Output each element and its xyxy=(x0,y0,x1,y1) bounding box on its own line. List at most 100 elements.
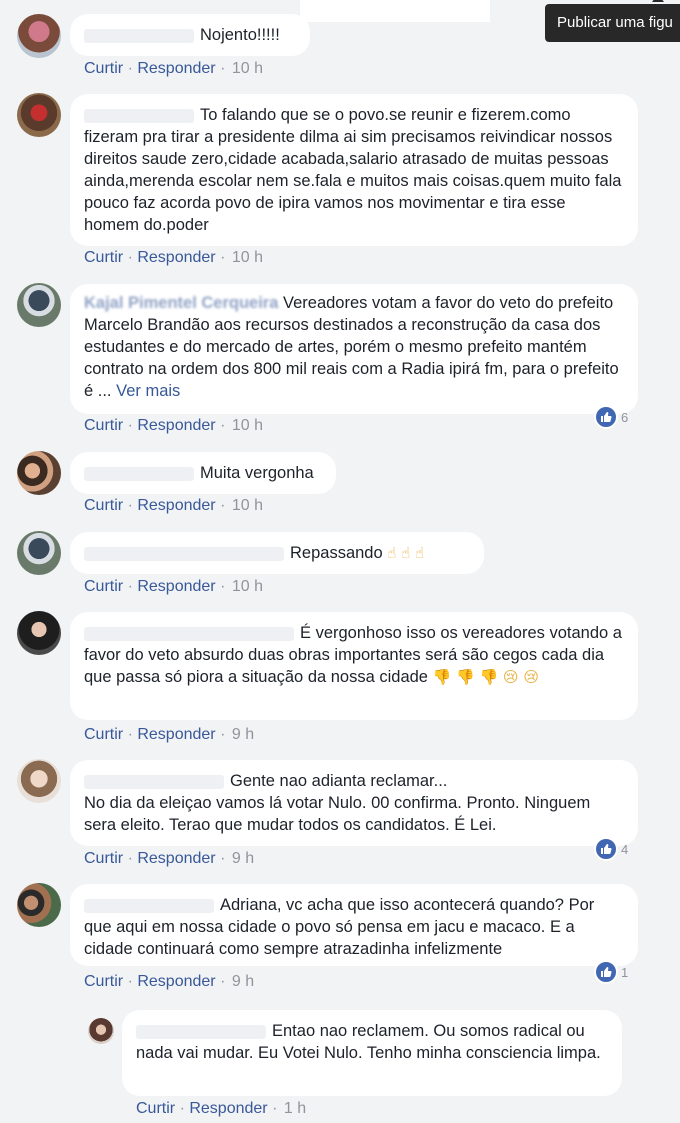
comment-bubble: Kajal Pimentel Cerqueira Vereadores vota… xyxy=(70,284,638,414)
reply-link[interactable]: Responder xyxy=(137,973,215,990)
reply-link[interactable]: Responder xyxy=(189,1100,267,1117)
timestamp[interactable]: 10 h xyxy=(232,60,263,77)
separator: · xyxy=(220,578,226,595)
see-more-link[interactable]: Ver mais xyxy=(116,382,180,400)
separator: · xyxy=(179,1100,185,1117)
reaction-count[interactable]: 4 xyxy=(594,837,629,861)
author-name-redacted[interactable] xyxy=(84,626,294,641)
like-link[interactable]: Curtir xyxy=(84,726,123,743)
reply-link[interactable]: Responder xyxy=(137,578,215,595)
reaction-number: 4 xyxy=(621,841,629,857)
reaction-number: 1 xyxy=(621,964,629,980)
separator: · xyxy=(220,973,226,990)
author-name-redacted[interactable] xyxy=(84,546,284,561)
comment-actions: Curtir · Responder · 9 h xyxy=(84,973,254,991)
timestamp[interactable]: 1 h xyxy=(284,1100,306,1117)
like-link[interactable]: Curtir xyxy=(84,850,123,867)
like-link[interactable]: Curtir xyxy=(84,497,123,514)
reply-link[interactable]: Responder xyxy=(137,497,215,514)
comment-bubble: Nojento!!!!! xyxy=(70,14,310,56)
separator: · xyxy=(220,497,226,514)
like-link[interactable]: Curtir xyxy=(136,1100,175,1117)
tooltip: Publicar uma figu xyxy=(545,4,680,42)
comment-text-line1: Gente nao adianta reclamar... xyxy=(230,772,448,790)
separator: · xyxy=(127,973,133,990)
comment-text: Muita vergonha xyxy=(200,464,314,482)
avatar[interactable] xyxy=(17,14,61,58)
separator: · xyxy=(272,1100,278,1117)
separator: · xyxy=(127,417,133,434)
like-icon xyxy=(594,405,618,429)
separator: · xyxy=(127,60,133,77)
comment-bubble: Gente nao adianta reclamar... No dia da … xyxy=(70,760,638,846)
reaction-count[interactable]: 1 xyxy=(594,960,629,984)
comment-text: No dia da eleiçao vamos lá votar Nulo. 0… xyxy=(84,794,591,834)
emoji-reaction-icons: 👎 👎 👎 😢 😢 xyxy=(432,668,539,686)
separator: · xyxy=(220,249,226,266)
comment-bubble: To falando que se o povo.se reunir e fiz… xyxy=(70,94,638,246)
like-link[interactable]: Curtir xyxy=(84,417,123,434)
like-link[interactable]: Curtir xyxy=(84,60,123,77)
comment-text: Nojento!!!!! xyxy=(200,26,280,44)
avatar[interactable] xyxy=(17,283,61,327)
avatar[interactable] xyxy=(17,451,61,495)
reaction-number: 6 xyxy=(621,409,629,425)
reaction-count[interactable]: 6 xyxy=(594,405,629,429)
tooltip-text: Publicar uma figu xyxy=(557,14,673,31)
timestamp[interactable]: 9 h xyxy=(232,726,254,743)
author-name-redacted[interactable] xyxy=(84,466,194,481)
author-name-redacted[interactable] xyxy=(136,1024,266,1039)
avatar[interactable] xyxy=(17,759,61,803)
reply-link[interactable]: Responder xyxy=(137,726,215,743)
comment-bubble: É vergonhoso isso os vereadores votando … xyxy=(70,612,638,720)
comment-bubble: Adriana, vc acha que isso acontecerá qua… xyxy=(70,884,638,966)
like-link[interactable]: Curtir xyxy=(84,578,123,595)
separator: · xyxy=(220,60,226,77)
avatar[interactable] xyxy=(17,531,61,575)
comment-text: Repassando xyxy=(290,544,383,562)
separator: · xyxy=(127,497,133,514)
avatar[interactable] xyxy=(17,93,61,137)
author-name-redacted[interactable] xyxy=(84,28,194,43)
timestamp[interactable]: 10 h xyxy=(232,578,263,595)
avatar[interactable] xyxy=(17,883,61,927)
separator: · xyxy=(220,417,226,434)
separator: · xyxy=(220,726,226,743)
timestamp[interactable]: 10 h xyxy=(232,249,263,266)
author-name-redacted[interactable] xyxy=(84,774,224,789)
reply-link[interactable]: Responder xyxy=(137,60,215,77)
top-strip xyxy=(300,0,490,22)
comment-actions: Curtir · Responder · 10 h xyxy=(84,497,263,515)
like-icon xyxy=(594,960,618,984)
comment-actions: Curtir · Responder · 9 h xyxy=(84,850,254,868)
reply-link[interactable]: Responder xyxy=(137,249,215,266)
comment-actions: Curtir · Responder · 10 h xyxy=(84,578,263,596)
comment-bubble: Muita vergonha xyxy=(70,452,336,494)
author-name-redacted[interactable] xyxy=(84,898,214,913)
comment-actions: Curtir · Responder · 9 h xyxy=(84,726,254,744)
comment-actions: Curtir · Responder · 10 h xyxy=(84,249,263,267)
timestamp[interactable]: 9 h xyxy=(232,973,254,990)
comment-bubble: Repassando ☝ ☝ ☝ xyxy=(70,532,484,574)
comment-actions: Curtir · Responder · 10 h xyxy=(84,60,263,78)
timestamp[interactable]: 9 h xyxy=(232,850,254,867)
separator: · xyxy=(127,578,133,595)
like-link[interactable]: Curtir xyxy=(84,249,123,266)
tooltip-arrow xyxy=(652,0,664,2)
author-name-redacted[interactable] xyxy=(84,108,194,123)
separator: · xyxy=(127,726,133,743)
separator: · xyxy=(127,850,133,867)
pointing-up-emoji-icon: ☝ ☝ ☝ xyxy=(387,544,425,562)
reply-link[interactable]: Responder xyxy=(137,850,215,867)
like-link[interactable]: Curtir xyxy=(84,973,123,990)
comment-text: To falando que se o povo.se reunir e fiz… xyxy=(84,106,622,234)
author-name[interactable]: Kajal Pimentel Cerqueira xyxy=(84,294,278,312)
separator: · xyxy=(220,850,226,867)
reply-link[interactable]: Responder xyxy=(137,417,215,434)
comment-actions: Curtir · Responder · 1 h xyxy=(136,1100,306,1118)
avatar[interactable] xyxy=(17,611,61,655)
avatar[interactable] xyxy=(88,1018,114,1044)
timestamp[interactable]: 10 h xyxy=(232,417,263,434)
comment-actions: Curtir · Responder · 10 h xyxy=(84,417,263,435)
timestamp[interactable]: 10 h xyxy=(232,497,263,514)
